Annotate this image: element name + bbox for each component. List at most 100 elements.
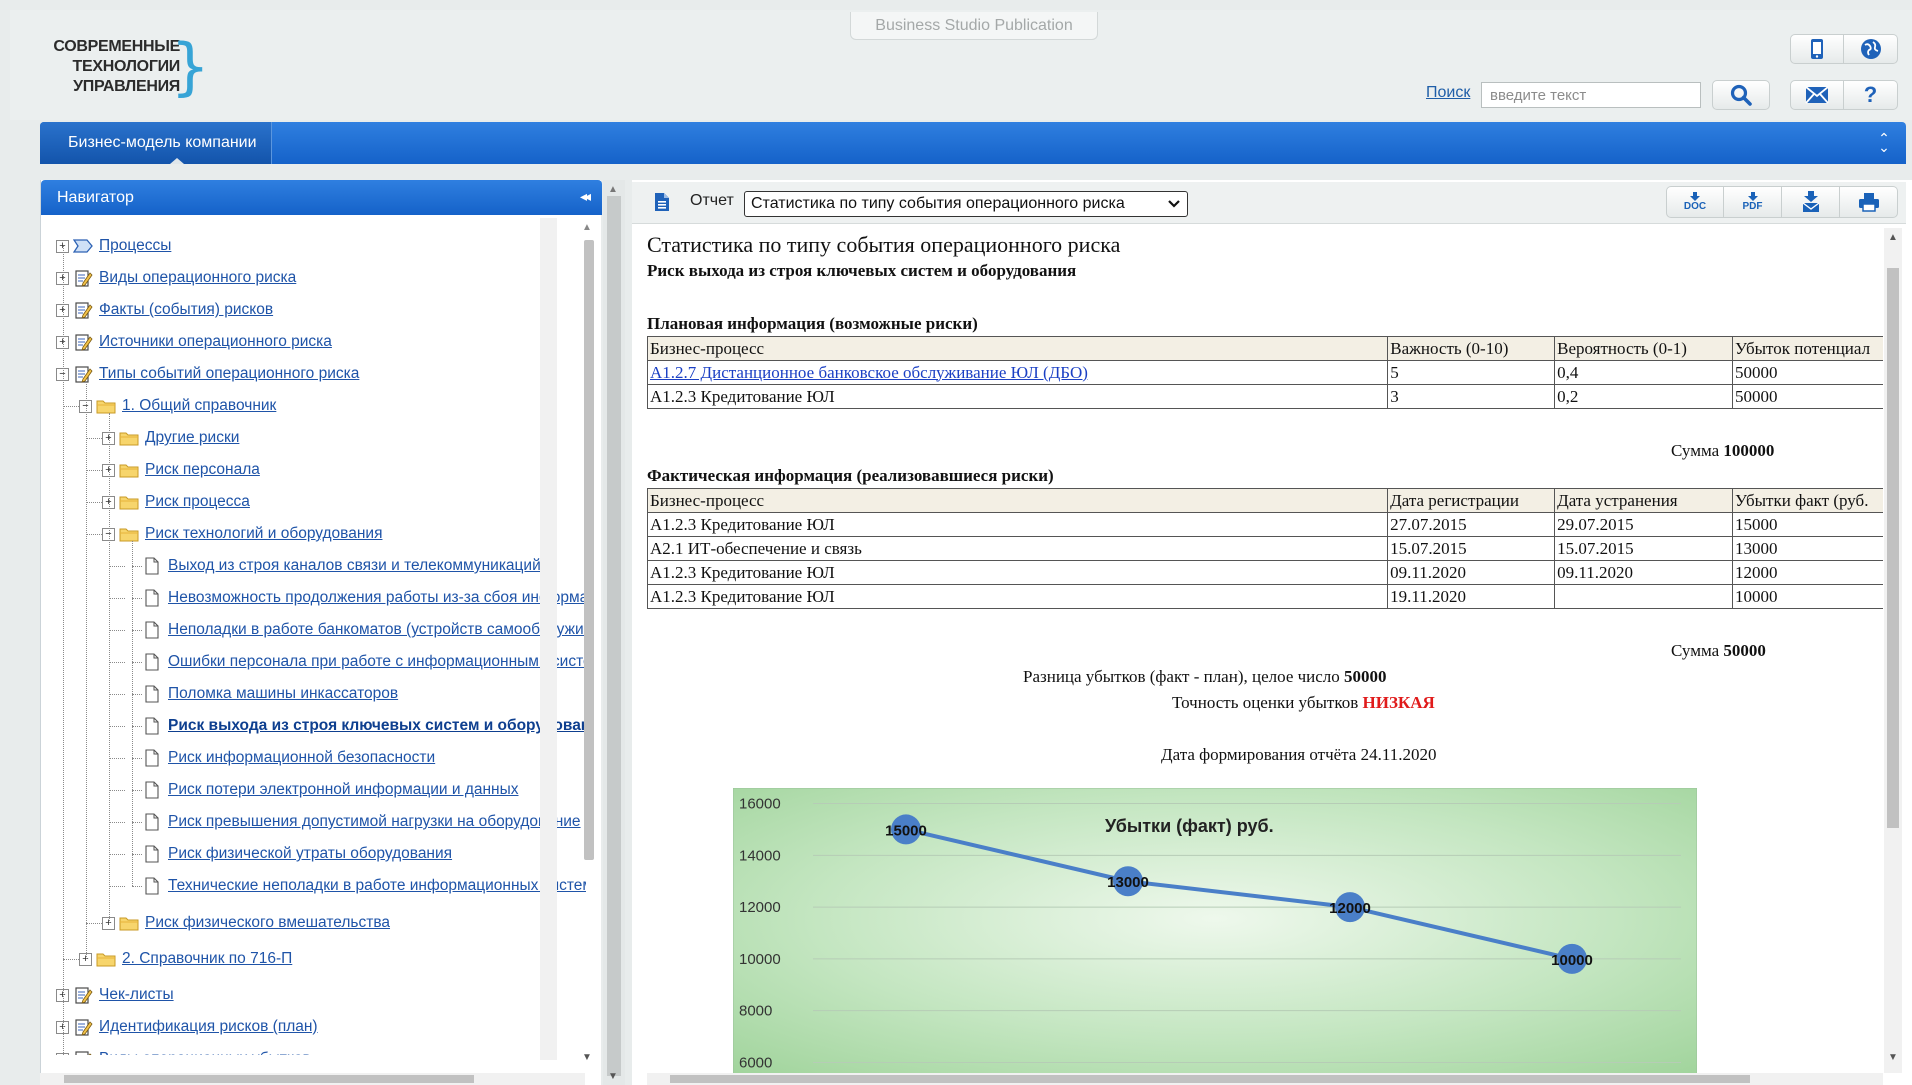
tree-item-label[interactable]: Ошибки персонала при работе с информацио… <box>168 653 586 671</box>
tree-item-label[interactable]: Типы событий операционного риска <box>99 365 359 383</box>
mobile-version-button[interactable] <box>1790 34 1844 64</box>
tree-connector <box>86 438 102 439</box>
help-button[interactable]: ? <box>1844 80 1898 110</box>
splitter-handle[interactable] <box>607 196 621 1076</box>
scroll-up-icon[interactable]: ▲ <box>582 222 592 233</box>
tree-item[interactable]: Риск информационной безопасности <box>125 747 435 769</box>
tree-item-label[interactable]: Источники операционного риска <box>99 333 332 351</box>
tree-item-label[interactable]: Риск потери электронной информации и дан… <box>168 781 519 799</box>
tree-item-label[interactable]: Виды операционного риска <box>99 269 296 287</box>
tree-item-label[interactable]: Риск превышения допустимой нагрузки на о… <box>168 813 581 831</box>
language-button[interactable] <box>1844 34 1898 64</box>
tree-item-label[interactable]: Факты (события) рисков <box>99 301 273 319</box>
report-select[interactable]: Статистика по типу события операционного… <box>744 191 1188 217</box>
tree-item[interactable]: + Идентификация рисков (план) <box>56 1016 318 1038</box>
navigator-scroll-thumb[interactable] <box>584 240 594 860</box>
tree-item[interactable]: − Риск технологий и оборудования <box>102 523 382 545</box>
folder-icon-shape <box>119 496 139 510</box>
report-scroll-down-icon[interactable]: ▼ <box>1888 1052 1898 1063</box>
navigator-hscroll-thumb[interactable] <box>64 1075 474 1083</box>
splitter-up-icon[interactable]: ▲ <box>608 184 618 195</box>
collapse-navigator-icon[interactable]: ◂◂ <box>580 188 591 205</box>
navigator-tree: + Процессы + Виды операционного риска + Факты… <box>41 215 586 1055</box>
tree-item-label[interactable]: 1. Общий справочник <box>122 397 276 415</box>
report-scroll-thumb[interactable] <box>1887 268 1899 828</box>
tree-item[interactable]: + Риск процесса <box>102 491 250 513</box>
tree-item[interactable]: + Другие риски <box>102 427 239 449</box>
tree-item[interactable]: + Риск персонала <box>102 459 260 481</box>
search-link[interactable]: Поиск <box>1426 84 1470 102</box>
estimate-accuracy: Точность оценки убытков НИЗКАЯ <box>1172 693 1435 713</box>
tree-item[interactable]: Риск превышения допустимой нагрузки на о… <box>125 811 581 833</box>
document-icon-shape <box>145 717 159 735</box>
tree-item-label[interactable]: Чек-листы <box>99 986 174 1004</box>
plan-sum: Сумма 100000 <box>1671 441 1774 461</box>
tree-connector <box>109 790 125 791</box>
tree-item[interactable]: Выход из строя каналов связи и телекомму… <box>125 555 541 577</box>
tree-item[interactable]: +2. Справочник по 716-П <box>79 948 292 970</box>
tree-item-label[interactable]: Виды операционных убытков <box>99 1050 311 1055</box>
email-button[interactable] <box>1790 80 1844 110</box>
tree-item-label[interactable]: Поломка машины инкассаторов <box>168 685 398 703</box>
tree-connector <box>86 470 102 471</box>
tree-item-label[interactable]: Технические неполадки в работе информаци… <box>168 877 586 895</box>
plan-cell: 3 <box>1387 384 1556 409</box>
tree-connector <box>132 886 142 887</box>
report-title: Статистика по типу события операционного… <box>647 232 1121 257</box>
document-icon-shape <box>145 845 159 863</box>
tree-item[interactable]: − Типы событий операционного риска <box>56 363 359 385</box>
tree-item[interactable]: Риск физической утраты оборудования <box>125 843 452 865</box>
tree-item-label[interactable]: Неполадки в работе банкоматов (устройств… <box>168 621 586 639</box>
tree-item-label[interactable]: 2. Справочник по 716-П <box>122 950 292 968</box>
tree-item[interactable]: Невозможность продолжения работы из-за с… <box>125 587 586 609</box>
tree-item[interactable]: + Источники операционного риска <box>56 331 332 353</box>
tree-connector <box>132 726 142 727</box>
tree-item[interactable]: Неполадки в работе банкоматов (устройств… <box>125 619 586 641</box>
folder-icon <box>119 914 139 932</box>
splitter-down-icon[interactable]: ▼ <box>608 1071 618 1082</box>
document-icon-shape <box>145 557 159 575</box>
tree-item[interactable]: + Чек-листы <box>56 984 174 1006</box>
tree-item[interactable]: Риск потери электронной информации и дан… <box>125 779 519 801</box>
tree-item[interactable]: + Риск физического вмешательства <box>102 912 390 934</box>
tab-business-model[interactable]: Бизнес-модель компании <box>40 122 272 164</box>
export-doc-button[interactable]: DOC <box>1666 186 1724 218</box>
search-button[interactable] <box>1712 80 1770 110</box>
scroll-down-icon[interactable]: ▼ <box>582 1052 592 1063</box>
tree-item-label[interactable]: Риск информационной безопасности <box>168 749 435 767</box>
tree-item[interactable]: + Виды операционного риска <box>56 267 296 289</box>
tree-item-label[interactable]: Процессы <box>99 237 171 255</box>
tree-item-label[interactable]: Риск процесса <box>145 493 250 511</box>
tree-item-label[interactable]: Идентификация рисков (план) <box>99 1018 318 1036</box>
tree-item[interactable]: +Виды операционных убытков <box>56 1048 311 1055</box>
navigator-vertical-scrollbar[interactable] <box>540 218 557 1060</box>
tree-item[interactable]: + Процессы <box>56 235 171 257</box>
report-hscroll-thumb[interactable] <box>670 1075 1750 1083</box>
tree-item-label[interactable]: Риск персонала <box>145 461 260 479</box>
send-email-button[interactable] <box>1782 186 1840 218</box>
tree-item-label[interactable]: Риск физической утраты оборудования <box>168 845 452 863</box>
tree-item-label[interactable]: Риск физического вмешательства <box>145 914 390 932</box>
tree-item[interactable]: Поломка машины инкассаторов <box>125 683 398 705</box>
tree-item-label[interactable]: Выход из строя каналов связи и телекомму… <box>168 557 541 575</box>
tree-connector <box>132 630 142 631</box>
main-ribbon: Бизнес-модель компании ⌃ ⌄ <box>40 122 1906 164</box>
print-button[interactable] <box>1840 186 1898 218</box>
tree-item-label[interactable]: Риск технологий и оборудования <box>145 525 382 543</box>
logo-line-3: УПРАВЛЕНИЯ <box>73 78 180 95</box>
tree-item[interactable]: + Факты (события) рисков <box>56 299 273 321</box>
reference-book-icon-shape <box>75 366 93 383</box>
tree-item[interactable]: Ошибки персонала при работе с информацио… <box>125 651 586 673</box>
export-pdf-button[interactable]: PDF <box>1724 186 1782 218</box>
tree-item-label[interactable]: Невозможность продолжения работы из-за с… <box>168 589 586 607</box>
tree-item-label[interactable]: Другие риски <box>145 429 239 447</box>
report-scroll-up-icon[interactable]: ▲ <box>1888 232 1898 243</box>
tree-item[interactable]: Риск выхода из строя ключевых систем и о… <box>125 715 586 737</box>
plan-cell: 5 <box>1387 360 1556 385</box>
search-input[interactable] <box>1481 82 1701 108</box>
process-link[interactable]: А1.2.7 Дистанционное банковское обслужив… <box>650 363 1088 382</box>
tree-item-label[interactable]: Риск выхода из строя ключевых систем и о… <box>168 717 586 735</box>
tree-connector <box>109 566 125 567</box>
ribbon-collapse-icon[interactable]: ⌃ ⌄ <box>1876 131 1892 154</box>
tree-item[interactable]: Технические неполадки в работе информаци… <box>125 875 586 897</box>
